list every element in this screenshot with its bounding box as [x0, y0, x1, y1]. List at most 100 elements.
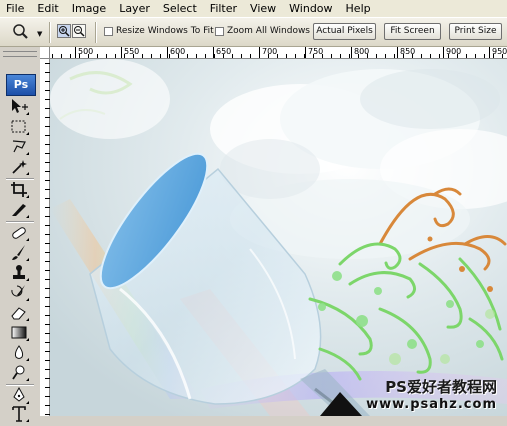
marquee-tool-icon[interactable]	[9, 118, 29, 135]
magic-wand-tool-icon[interactable]	[9, 158, 29, 175]
ruler-tick	[79, 54, 80, 58]
ruler-tick	[475, 54, 476, 58]
ruler-tick	[61, 54, 62, 58]
ruler-tick	[502, 54, 503, 58]
ruler-tick	[196, 54, 197, 58]
history-brush-tool-icon[interactable]	[9, 284, 29, 301]
lasso-tool-icon[interactable]	[9, 138, 29, 155]
ruler-tick	[178, 54, 179, 58]
ruler-tick	[133, 54, 134, 58]
ruler-tick	[151, 54, 152, 58]
dodge-tool-icon[interactable]	[9, 364, 29, 381]
ruler-tick	[331, 54, 332, 58]
menu-image[interactable]: Image	[66, 0, 113, 17]
ruler-tick	[457, 54, 458, 58]
ruler-tick	[466, 54, 467, 58]
ruler-tick	[259, 54, 260, 58]
ruler-tick	[439, 54, 440, 58]
ruler-label: 500	[75, 47, 93, 58]
ruler-tick	[367, 54, 368, 58]
ruler-tick	[97, 54, 98, 58]
ruler-tick	[322, 54, 323, 58]
ruler-label: 750	[305, 47, 323, 58]
toolbox-separator	[6, 178, 34, 180]
ruler-tick	[430, 54, 431, 58]
ruler-tick	[286, 54, 287, 58]
ruler-tick	[340, 54, 341, 58]
zoom-all-windows-label: Zoom All Windows	[227, 26, 310, 36]
watermark-title: PS爱好者教程网	[385, 378, 497, 396]
ruler-tick	[70, 54, 71, 58]
horizontal-ruler[interactable]: 500 550 600 650 700 750 800 850 900 950	[50, 47, 507, 59]
ruler-tick	[169, 54, 170, 58]
watermark: PS爱好者教程网 www.psahz.com	[366, 376, 497, 412]
ruler-tick	[241, 54, 242, 58]
resize-windows-checkbox[interactable]	[104, 27, 113, 36]
artwork-image	[50, 59, 507, 416]
type-tool-icon[interactable]	[9, 405, 29, 422]
menu-view[interactable]: View	[244, 0, 283, 17]
clone-stamp-tool-icon[interactable]	[9, 264, 29, 281]
menu-edit[interactable]: Edit	[31, 0, 65, 17]
toolbox-separator	[6, 221, 34, 223]
actual-pixels-button[interactable]: Actual Pixels	[313, 23, 376, 40]
ruler-tick	[88, 54, 89, 58]
ruler-tick	[394, 54, 395, 58]
ruler-origin[interactable]	[40, 47, 50, 59]
toolbox-separator	[6, 384, 34, 386]
menu-layer[interactable]: Layer	[113, 0, 157, 17]
ps-logo[interactable]: Ps	[6, 74, 36, 96]
zoom-out-button[interactable]	[72, 24, 86, 38]
ruler-tick	[295, 54, 296, 58]
blur-tool-icon[interactable]	[9, 344, 29, 361]
pen-tool-icon[interactable]	[9, 386, 29, 404]
ruler-tick	[421, 54, 422, 58]
ruler-tick	[349, 54, 350, 58]
menu-file[interactable]: File	[0, 0, 31, 17]
slice-tool-icon[interactable]	[9, 201, 29, 218]
ruler-tick	[142, 54, 143, 58]
ruler-tick	[358, 54, 359, 58]
preset-dropdown-arrow-icon[interactable]: ▼	[37, 30, 42, 38]
menu-help[interactable]: Help	[340, 0, 378, 17]
ruler-tick	[313, 54, 314, 58]
ruler-tick	[214, 54, 215, 58]
ruler-tick	[484, 54, 485, 58]
ruler-tick	[448, 54, 449, 58]
ruler-tick	[115, 54, 116, 58]
fit-screen-button[interactable]: Fit Screen	[384, 23, 441, 40]
options-bar: ▼ Resize Windows To Fit Zoom All Windows…	[0, 17, 507, 47]
ruler-tick	[223, 54, 224, 58]
ruler-tick	[160, 54, 161, 58]
ruler-tick	[412, 54, 413, 58]
ruler-tick	[106, 54, 107, 58]
brush-tool-icon[interactable]	[9, 244, 29, 261]
ruler-tick	[52, 54, 53, 58]
zoom-all-windows-checkbox[interactable]	[215, 27, 224, 36]
vertical-ruler[interactable]	[40, 59, 50, 416]
eraser-tool-icon[interactable]	[9, 304, 29, 321]
ruler-tick	[124, 54, 125, 58]
gradient-tool-icon[interactable]	[9, 324, 29, 341]
tools-panel: Ps	[0, 47, 40, 422]
crop-tool-icon[interactable]	[9, 181, 29, 198]
ruler-tick	[304, 54, 305, 58]
menu-select[interactable]: Select	[157, 0, 204, 17]
zoom-in-button[interactable]	[57, 24, 71, 38]
menu-window[interactable]: Window	[283, 0, 339, 17]
menu-filter[interactable]: Filter	[204, 0, 244, 17]
ruler-tick	[187, 54, 188, 58]
print-size-button[interactable]: Print Size	[449, 23, 502, 40]
document-canvas[interactable]: PS爱好者教程网 www.psahz.com	[50, 59, 507, 416]
ruler-tick	[385, 54, 386, 58]
ruler-tick	[493, 54, 494, 58]
zoom-tool-preset-icon[interactable]	[11, 23, 31, 41]
ruler-tick	[205, 54, 206, 58]
healing-brush-tool-icon[interactable]	[9, 224, 29, 241]
panel-grip[interactable]	[3, 51, 37, 57]
ruler-tick	[250, 54, 251, 58]
move-tool-icon[interactable]	[9, 98, 29, 115]
ruler-tick	[403, 54, 404, 58]
ruler-label: 900	[443, 47, 461, 58]
ruler-label: 950	[489, 47, 507, 58]
